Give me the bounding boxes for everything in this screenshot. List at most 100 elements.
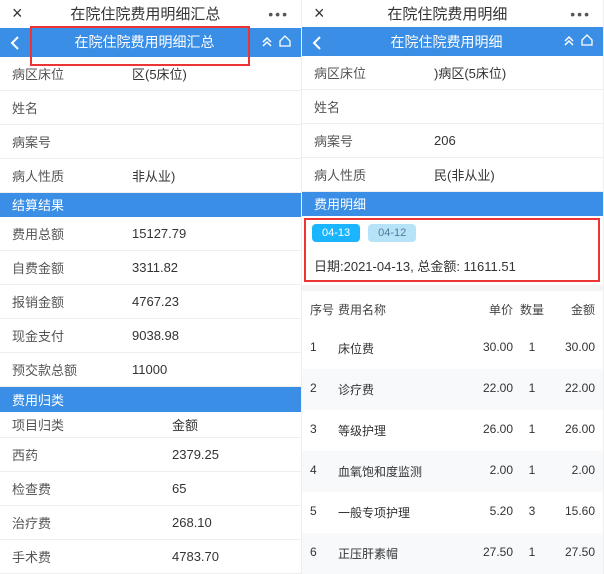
- tab-date-1[interactable]: 04-12: [368, 224, 416, 242]
- info-value: 268.10: [172, 515, 289, 530]
- info-label: 病区床位: [314, 63, 434, 82]
- info-label: 预交款总额: [12, 360, 132, 379]
- th-amount: 金额: [551, 301, 595, 318]
- info-value: 206: [434, 133, 591, 148]
- cat-hdr-label: 项目归类: [12, 415, 172, 434]
- cell-price: 26.00: [461, 422, 513, 439]
- cat-hdr-value: 金额: [172, 415, 289, 434]
- more-icon[interactable]: •••: [570, 6, 591, 22]
- table-row: 4血氧饱和度监测2.0012.00: [302, 451, 603, 492]
- collapse-icon[interactable]: [563, 34, 575, 49]
- info-label: 病区床位: [12, 64, 132, 83]
- info-label: 病案号: [12, 132, 132, 151]
- cell-qty: 1: [513, 545, 551, 562]
- info-value: 65: [172, 481, 289, 496]
- info-row: 手术费4783.70: [0, 540, 301, 574]
- info-label: 手术费: [12, 547, 172, 566]
- th-price: 单价: [461, 301, 513, 318]
- info-label: 病案号: [314, 131, 434, 150]
- info-row: 病区床位区(5床位): [0, 57, 301, 91]
- table-header: 序号 费用名称 单价 数量 金额: [302, 291, 603, 328]
- tab-date-0[interactable]: 04-13: [312, 224, 360, 242]
- titlebar: × 在院住院费用明细 •••: [302, 0, 603, 27]
- info-label: 治疗费: [12, 513, 172, 532]
- table-row: 5一般专项护理5.20315.60: [302, 492, 603, 533]
- info-value: 4767.23: [132, 294, 289, 309]
- th-name: 费用名称: [338, 301, 461, 318]
- nav-title: 在院住院费用明细汇总: [28, 32, 261, 52]
- info-row: 姓名: [302, 90, 603, 124]
- cell-name: 诊疗费: [338, 381, 461, 398]
- info-row: 病区床位)病区(5床位): [302, 56, 603, 90]
- nav-actions: [563, 34, 593, 49]
- cell-amount: 15.60: [551, 504, 595, 521]
- home-icon[interactable]: [279, 35, 291, 50]
- cell-qty: 3: [513, 504, 551, 521]
- info-row: 现金支付9038.98: [0, 319, 301, 353]
- info-row: 西药2379.25: [0, 438, 301, 472]
- cell-index: 4: [310, 463, 338, 480]
- cell-qty: 1: [513, 422, 551, 439]
- table-row: 1床位费30.00130.00: [302, 328, 603, 369]
- cell-price: 5.20: [461, 504, 513, 521]
- cell-name: 血氧饱和度监测: [338, 463, 461, 480]
- info-row: 检查费65: [0, 472, 301, 506]
- info-label: 现金支付: [12, 326, 132, 345]
- cell-name: 床位费: [338, 340, 461, 357]
- info-label: 检查费: [12, 479, 172, 498]
- back-icon[interactable]: [10, 34, 28, 50]
- info-row: 病案号: [0, 125, 301, 159]
- cell-index: 1: [310, 340, 338, 357]
- info-value: 4783.70: [172, 549, 289, 564]
- back-icon[interactable]: [312, 33, 330, 49]
- cell-price: 27.50: [461, 545, 513, 562]
- info-label: 自费金额: [12, 258, 132, 277]
- cell-index: 6: [310, 545, 338, 562]
- cell-name: 正压肝素帽: [338, 545, 461, 562]
- cell-index: 2: [310, 381, 338, 398]
- info-label: 姓名: [314, 97, 434, 116]
- table-row: 3等级护理26.00126.00: [302, 410, 603, 451]
- page-title: 在院住院费用明细: [387, 3, 507, 24]
- nav-actions: [261, 35, 291, 50]
- th-index: 序号: [310, 301, 338, 318]
- info-label: 病人性质: [12, 166, 132, 185]
- right-pane: × 在院住院费用明细 ••• 在院住院费用明细 病区床位)病区(5床位)姓名病案…: [302, 0, 604, 574]
- cell-amount: 22.00: [551, 381, 595, 398]
- navbar: 在院住院费用明细: [302, 27, 603, 56]
- cell-amount: 27.50: [551, 545, 595, 562]
- section-header-detail: 费用明细: [302, 192, 603, 216]
- info-value: )病区(5床位): [434, 63, 591, 82]
- close-icon[interactable]: ×: [314, 3, 325, 24]
- cell-amount: 30.00: [551, 340, 595, 357]
- info-row: 预交款总额11000: [0, 353, 301, 387]
- cell-amount: 26.00: [551, 422, 595, 439]
- more-icon[interactable]: •••: [268, 6, 289, 22]
- cell-qty: 1: [513, 340, 551, 357]
- info-value: 11000: [132, 362, 289, 377]
- titlebar: × 在院住院费用明细汇总 •••: [0, 0, 301, 28]
- info-value: 15127.79: [132, 226, 289, 241]
- info-label: 病人性质: [314, 165, 434, 184]
- info-row: 病案号206: [302, 124, 603, 158]
- info-label: 费用总额: [12, 224, 132, 243]
- cell-price: 2.00: [461, 463, 513, 480]
- date-summary: 日期:2021-04-13, 总金额: 11611.51: [302, 250, 603, 291]
- section-header-settle: 结算结果: [0, 193, 301, 218]
- info-row: 治疗费268.10: [0, 506, 301, 540]
- info-value: 9038.98: [132, 328, 289, 343]
- close-icon[interactable]: ×: [12, 3, 23, 24]
- home-icon[interactable]: [581, 34, 593, 49]
- table-row: 2诊疗费22.00122.00: [302, 369, 603, 410]
- cell-qty: 1: [513, 381, 551, 398]
- collapse-icon[interactable]: [261, 35, 273, 50]
- cell-name: 一般专项护理: [338, 504, 461, 521]
- info-value: 民(非从业): [434, 165, 591, 184]
- nav-title: 在院住院费用明细: [330, 32, 563, 52]
- info-row: 病人性质民(非从业): [302, 158, 603, 192]
- cell-amount: 2.00: [551, 463, 595, 480]
- navbar: 在院住院费用明细汇总: [0, 28, 301, 57]
- info-row: 费用总额15127.79: [0, 217, 301, 251]
- left-pane: × 在院住院费用明细汇总 ••• 在院住院费用明细汇总 病区床位区(5床位)姓名…: [0, 0, 302, 574]
- info-label: 西药: [12, 445, 172, 464]
